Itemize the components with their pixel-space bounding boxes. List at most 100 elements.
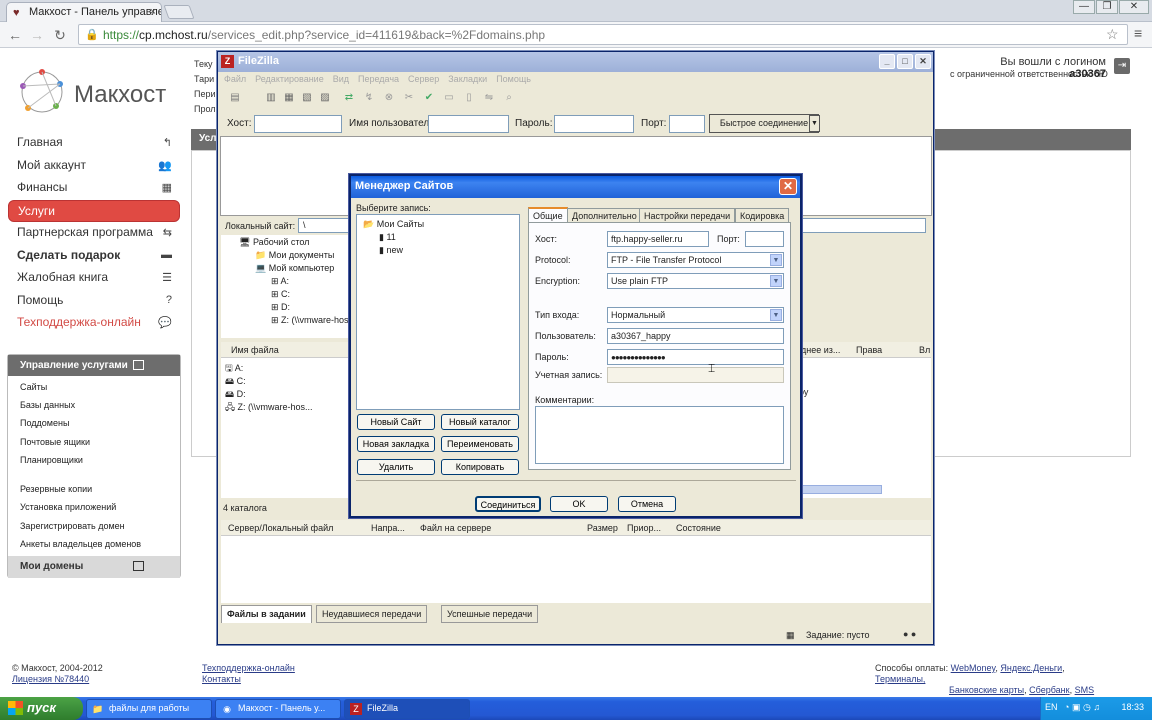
column-priority[interactable]: Приор... <box>627 523 661 533</box>
toggle-remote-tree-icon[interactable]: ▧ <box>300 92 314 106</box>
delete-button[interactable]: Удалить <box>357 459 435 475</box>
host-input[interactable]: ftp.happy-seller.ru <box>607 231 709 247</box>
close-tab-icon[interactable]: × <box>150 6 156 18</box>
service-link-sites[interactable]: Сайты <box>20 382 47 392</box>
disconnect-icon[interactable]: ✂ <box>402 92 416 106</box>
search-icon[interactable]: ⌕ <box>502 92 516 106</box>
chevron-down-icon[interactable]: ▼ <box>809 115 820 132</box>
service-link-databases[interactable]: Базы данных <box>20 400 75 410</box>
close-button[interactable]: ✕ <box>915 54 931 69</box>
menu-item-support[interactable]: Техподдержка-онлайн 💬 <box>8 312 180 335</box>
encryption-select[interactable]: Use plain FTP ▼ <box>607 273 784 289</box>
menu-transfer[interactable]: Передача <box>358 74 399 84</box>
service-link-schedulers[interactable]: Планировщики <box>20 455 83 465</box>
column-size[interactable]: Размер <box>587 523 618 533</box>
tree-node-documents[interactable]: 📁 Мои документы <box>255 250 334 261</box>
logout-icon[interactable]: ⇥ <box>1114 58 1130 74</box>
service-link-domain-owners[interactable]: Анкеты владельцев доменов <box>20 539 141 549</box>
tab-charset[interactable]: Кодировка <box>735 208 790 223</box>
tree-node-drive[interactable]: ⊞ C: <box>271 289 290 300</box>
forward-icon[interactable]: → <box>28 26 46 44</box>
language-indicator[interactable]: EN <box>1045 702 1058 712</box>
tree-node-site[interactable]: ▮ 11 <box>379 232 396 243</box>
tab-general[interactable]: Общие <box>528 207 568 223</box>
new-bookmark-button[interactable]: Новая закладка <box>357 436 435 452</box>
back-icon[interactable]: ← <box>6 26 24 44</box>
service-link-apps[interactable]: Установка приложений <box>20 502 116 512</box>
menu-server[interactable]: Сервер <box>408 74 439 84</box>
close-icon[interactable]: ✕ <box>779 178 797 195</box>
tab-transfer-settings[interactable]: Настройки передачи <box>639 208 736 223</box>
menu-edit[interactable]: Редактирование <box>255 74 324 84</box>
horizontal-scrollbar[interactable] <box>802 485 882 494</box>
menu-item-home[interactable]: Главная ↰ <box>8 132 180 155</box>
menu-bookmarks[interactable]: Закладки <box>448 74 487 84</box>
site-logo[interactable]: Макхост <box>14 64 184 124</box>
process-queue-icon[interactable]: ↯ <box>362 92 376 106</box>
site-manager-icon[interactable]: ▤ <box>228 92 242 106</box>
menu-item-partner[interactable]: Партнерская программа ⇆ <box>8 222 180 245</box>
sberbank-link[interactable]: Сбербанк <box>1029 685 1069 695</box>
sync-browse-icon[interactable]: ⇋ <box>482 92 496 106</box>
reload-icon[interactable]: ↻ <box>51 26 69 44</box>
account-input[interactable] <box>607 367 784 383</box>
menu-item-services[interactable]: Услуги <box>8 199 180 222</box>
quick-port-input[interactable] <box>669 115 705 133</box>
user-input[interactable]: a30367_happy <box>607 328 784 344</box>
tree-node-drive[interactable]: ⊞ A: <box>271 276 289 287</box>
menu-file[interactable]: Файл <box>224 74 246 84</box>
quick-pass-input[interactable] <box>554 115 634 133</box>
cancel-button[interactable]: Отмена <box>618 496 676 512</box>
contacts-link[interactable]: Контакты <box>202 674 241 684</box>
password-input[interactable]: ●●●●●●●●●●●●●● <box>607 349 784 365</box>
minimize-button[interactable]: _ <box>879 54 895 69</box>
menu-help[interactable]: Помощь <box>496 74 531 84</box>
comments-textarea[interactable] <box>535 406 784 464</box>
webmoney-link[interactable]: WebMoney <box>951 663 996 673</box>
reconnect-icon[interactable]: ✔ <box>422 92 436 106</box>
toggle-log-icon[interactable]: ▥ <box>264 92 278 106</box>
protocol-select[interactable]: FTP - File Transfer Protocol ▼ <box>607 252 784 268</box>
column-status[interactable]: Состояние <box>676 523 721 533</box>
maximize-button[interactable]: ❐ <box>1096 0 1118 14</box>
sms-link[interactable]: SMS <box>1075 685 1095 695</box>
menu-icon[interactable]: ≡ <box>1134 25 1142 41</box>
list-item[interactable]: 🖧 Z: (\\vmware-hos... <box>225 400 313 416</box>
new-site-button[interactable]: Новый Сайт <box>357 414 435 430</box>
logon-type-select[interactable]: Нормальный ▼ <box>607 307 784 323</box>
service-link-backups[interactable]: Резервные копии <box>20 484 92 494</box>
service-link-register-domain[interactable]: Зарегистрировать домен <box>20 521 125 531</box>
quickconnect-button[interactable]: Быстрое соединение <box>709 114 819 133</box>
new-tab-button[interactable] <box>163 5 195 19</box>
quick-host-input[interactable] <box>254 115 342 133</box>
close-window-button[interactable]: ✕ <box>1119 0 1149 14</box>
toggle-tree-icon[interactable]: ▦ <box>282 92 296 106</box>
url-input[interactable]: 🔒 https://cp.mchost.ru/services_edit.php… <box>78 24 1128 45</box>
column-server-local[interactable]: Сервер/Локальный файл <box>228 523 333 533</box>
tree-node-drive[interactable]: ⊞ Z: (\\vmware-hos... <box>271 315 356 326</box>
tree-node-my-sites[interactable]: 📂 Мои Сайты <box>363 219 424 230</box>
service-link-mailboxes[interactable]: Почтовые ящики <box>20 437 90 447</box>
copy-button[interactable]: Копировать <box>441 459 519 475</box>
menu-item-help[interactable]: Помощь? <box>8 290 180 313</box>
service-link-subdomains[interactable]: Поддомены <box>20 418 69 428</box>
taskbar-item-folder[interactable]: 📁 файлы для работы <box>86 699 212 719</box>
cancel-icon[interactable]: ⊗ <box>382 92 396 106</box>
toggle-queue-icon[interactable]: ▨ <box>318 92 332 106</box>
taskbar-item-browser[interactable]: ◉ Макхост - Панель у... <box>215 699 341 719</box>
tab-advanced[interactable]: Дополнительно <box>567 208 642 223</box>
column-rights[interactable]: Права <box>856 345 882 355</box>
quick-user-input[interactable] <box>428 115 509 133</box>
services-panel-header[interactable]: Управление услугами <box>8 355 180 376</box>
rename-button[interactable]: Переименовать <box>441 436 519 452</box>
tree-node-desktop[interactable]: 🖥 Рабочий стол <box>239 237 309 248</box>
license-link[interactable]: Лицензия №78440 <box>12 674 89 684</box>
maximize-button[interactable]: □ <box>897 54 913 69</box>
menu-item-finance[interactable]: Финансы ▦ <box>8 177 180 200</box>
new-folder-button[interactable]: Новый каталог <box>441 414 519 430</box>
tray-icons[interactable]: ◔ ▣ ◷ ♫ <box>1064 702 1100 712</box>
column-direction[interactable]: Напра... <box>371 523 405 533</box>
tab-queued[interactable]: Файлы в задании <box>221 605 312 623</box>
clock[interactable]: 18:33 <box>1121 702 1144 712</box>
yandex-link[interactable]: Яндекс.Деньги <box>1000 663 1062 673</box>
